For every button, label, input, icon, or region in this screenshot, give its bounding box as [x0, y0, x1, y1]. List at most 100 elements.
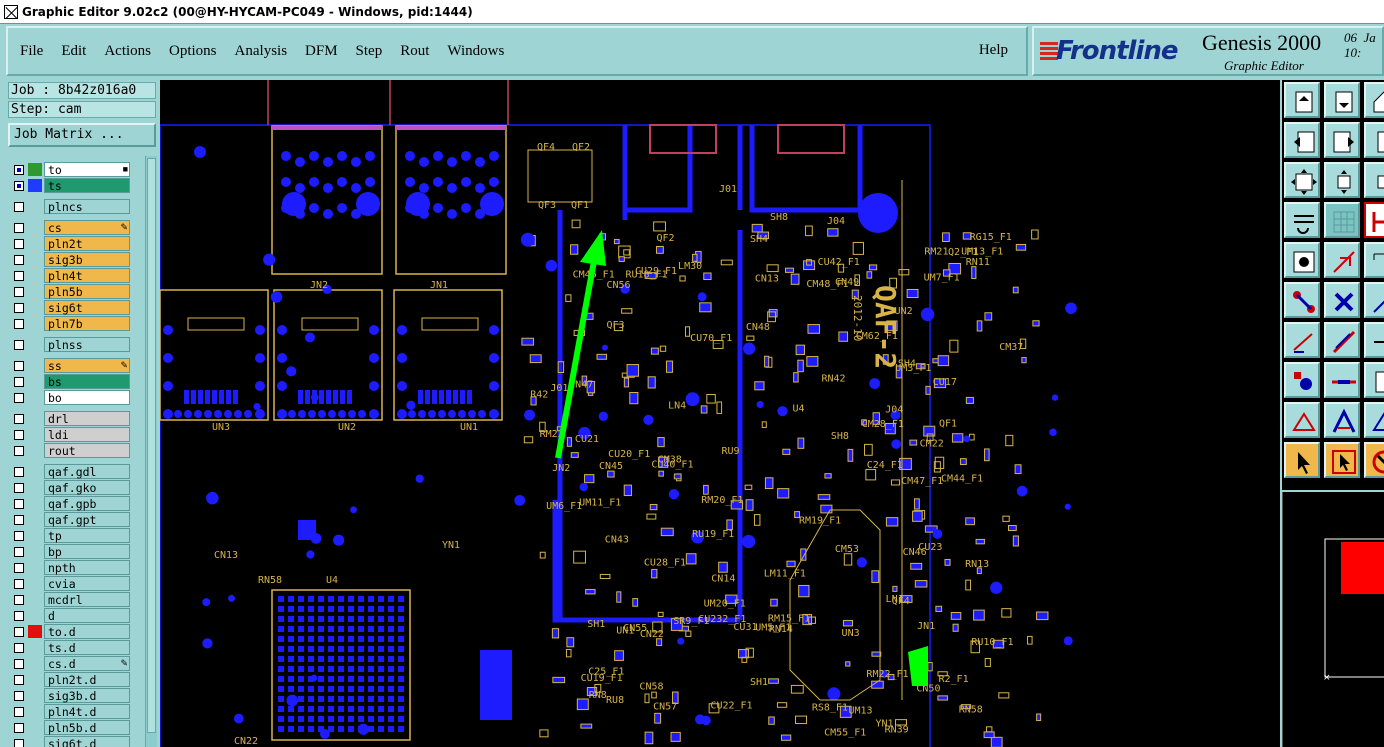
app-icon[interactable]: [4, 4, 18, 19]
layer-checkbox[interactable]: [14, 287, 24, 297]
layer-color-swatch[interactable]: [28, 641, 42, 654]
layer-row[interactable]: sig6t.d: [10, 736, 132, 747]
layer-color-swatch[interactable]: [28, 253, 42, 266]
diagonal-line-icon[interactable]: [1324, 322, 1360, 358]
grid-icon[interactable]: [1324, 202, 1360, 238]
layer-name[interactable]: ldi: [44, 427, 130, 442]
layer-checkbox[interactable]: [14, 611, 24, 621]
layer-checkbox[interactable]: [14, 499, 24, 509]
layer-row[interactable]: d: [10, 608, 132, 623]
select-feature-icon[interactable]: [1284, 242, 1320, 278]
layer-row[interactable]: pln5b: [10, 284, 132, 299]
layer-color-swatch[interactable]: [28, 444, 42, 457]
layer-row[interactable]: npth: [10, 560, 132, 575]
layer-row[interactable]: ts.d: [10, 640, 132, 655]
menu-dfm[interactable]: DFM: [305, 43, 338, 60]
ruler-icon[interactable]: [1364, 242, 1384, 278]
menu-options[interactable]: Options: [169, 43, 217, 60]
layer-checkbox[interactable]: [14, 414, 24, 424]
layer-color-swatch[interactable]: [28, 412, 42, 425]
menu-windows[interactable]: Windows: [447, 43, 504, 60]
pan-left-icon[interactable]: [1284, 122, 1320, 158]
layer-name[interactable]: tp: [44, 528, 130, 543]
layer-checkbox[interactable]: [14, 255, 24, 265]
layer-name[interactable]: sig3b: [44, 252, 130, 267]
layer-color-swatch[interactable]: [28, 317, 42, 330]
layer-row[interactable]: cvia: [10, 576, 132, 591]
layer-checkbox[interactable]: [14, 239, 24, 249]
layer-name[interactable]: qaf.gko: [44, 480, 130, 495]
layer-row[interactable]: pln7b: [10, 316, 132, 331]
layer-color-swatch[interactable]: [28, 237, 42, 250]
layer-checkbox[interactable]: [14, 202, 24, 212]
layer-color-swatch[interactable]: [28, 737, 42, 747]
layer-color-swatch[interactable]: [28, 609, 42, 622]
scrollbar-thumb[interactable]: [147, 158, 156, 733]
layer-row[interactable]: pln5b.d: [10, 720, 132, 735]
layer-name[interactable]: npth: [44, 560, 130, 575]
layer-name[interactable]: pln2t: [44, 236, 130, 251]
layer-checkbox[interactable]: [14, 165, 24, 175]
layer-checkbox[interactable]: [14, 643, 24, 653]
layer-color-swatch[interactable]: [28, 375, 42, 388]
layer-name[interactable]: qaf.gpb: [44, 496, 130, 511]
layer-name[interactable]: bs: [44, 374, 130, 389]
layer-name[interactable]: sig6t: [44, 300, 130, 315]
layer-name[interactable]: qaf.gpt: [44, 512, 130, 527]
layer-row[interactable]: qaf.gpb: [10, 496, 132, 511]
layer-name[interactable]: to.d: [44, 624, 130, 639]
layer-color-swatch[interactable]: [28, 673, 42, 686]
layer-color-swatch[interactable]: [28, 200, 42, 213]
layer-row[interactable]: qaf.gpt: [10, 512, 132, 527]
layer-color-swatch[interactable]: [28, 428, 42, 441]
overview-map[interactable]: ×: [1282, 492, 1384, 747]
layer-checkbox[interactable]: [14, 723, 24, 733]
layer-color-swatch[interactable]: [28, 545, 42, 558]
layer-name[interactable]: drl: [44, 411, 130, 426]
layer-row[interactable]: plncs: [10, 199, 132, 214]
layer-row[interactable]: to.d: [10, 624, 132, 639]
menu-help[interactable]: Help: [979, 42, 1008, 59]
layer-row[interactable]: bs: [10, 374, 132, 389]
layer-checkbox[interactable]: [14, 531, 24, 541]
layer-row[interactable]: bp: [10, 544, 132, 559]
layer-name[interactable]: mcdrl: [44, 592, 130, 607]
layer-row[interactable]: bo: [10, 390, 132, 405]
layer-row[interactable]: qaf.gko: [10, 480, 132, 495]
layer-name[interactable]: ss: [44, 358, 130, 373]
layer-color-swatch[interactable]: [28, 497, 42, 510]
layer-checkbox[interactable]: [14, 563, 24, 573]
layer-name[interactable]: pln5b: [44, 284, 130, 299]
menu-rout[interactable]: Rout: [400, 43, 429, 60]
layer-row[interactable]: mcdrl: [10, 592, 132, 607]
layer-row[interactable]: ldi: [10, 427, 132, 442]
layer-color-swatch[interactable]: [28, 359, 42, 372]
layer-checkbox[interactable]: [14, 467, 24, 477]
layer-color-swatch[interactable]: [28, 593, 42, 606]
layer-name[interactable]: pln2t.d: [44, 672, 130, 687]
layer-checkbox[interactable]: [14, 707, 24, 717]
layer-row[interactable]: tp: [10, 528, 132, 543]
layer-checkbox[interactable]: [14, 659, 24, 669]
layer-name[interactable]: qaf.gdl: [44, 464, 130, 479]
layer-color-swatch[interactable]: [28, 163, 42, 176]
layer-name[interactable]: bp: [44, 544, 130, 559]
layer-row[interactable]: pln4t.d: [10, 704, 132, 719]
layer-checkbox[interactable]: [14, 271, 24, 281]
layer-name[interactable]: bo: [44, 390, 130, 405]
layer-checkbox[interactable]: [14, 319, 24, 329]
layer-name[interactable]: d: [44, 608, 130, 623]
layer-row[interactable]: cs.d ✎: [10, 656, 132, 671]
layer-row[interactable]: qaf.gdl: [10, 464, 132, 479]
layer-scrollbar[interactable]: [145, 156, 157, 747]
layer-row[interactable]: sig3b: [10, 252, 132, 267]
layer-name[interactable]: sig6t.d: [44, 736, 130, 747]
layer-name[interactable]: pln4t.d: [44, 704, 130, 719]
layer-row[interactable]: sig6t: [10, 300, 132, 315]
zoom-page-down-icon[interactable]: [1324, 82, 1360, 118]
layer-name[interactable]: cs: [44, 220, 130, 235]
layer-color-swatch[interactable]: [28, 657, 42, 670]
menu-actions[interactable]: Actions: [104, 43, 151, 60]
layer-checkbox[interactable]: [14, 515, 24, 525]
layer-name[interactable]: pln4t: [44, 268, 130, 283]
